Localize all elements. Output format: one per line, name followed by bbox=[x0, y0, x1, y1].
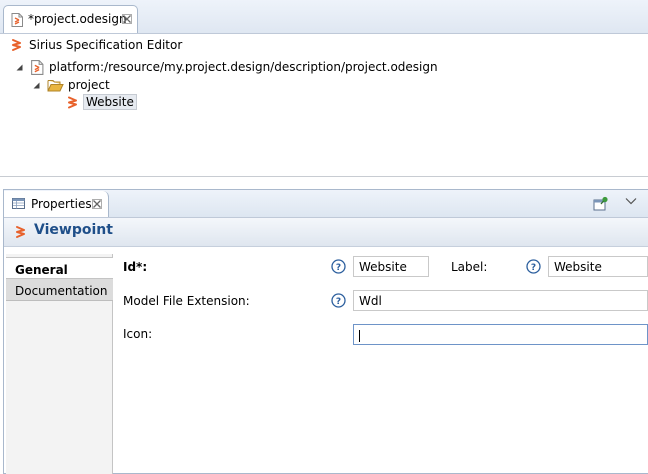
tree-item-label: project bbox=[68, 78, 110, 92]
model-file-extension-input[interactable] bbox=[353, 290, 648, 311]
properties-tab-title: Properties bbox=[31, 197, 92, 211]
id-input[interactable] bbox=[353, 256, 429, 277]
tree-expanded-icon[interactable] bbox=[33, 82, 40, 89]
sirius-icon bbox=[12, 39, 21, 51]
help-icon[interactable]: ? bbox=[526, 259, 541, 274]
editor-tab-project-odesign[interactable]: *project.odesign bbox=[3, 5, 138, 33]
folder-open-icon bbox=[47, 80, 64, 92]
editor-area: *project.odesign Sirius Specification Ed… bbox=[0, 0, 648, 177]
help-icon[interactable]: ? bbox=[331, 293, 346, 308]
label-input[interactable] bbox=[548, 256, 648, 277]
svg-text:?: ? bbox=[336, 263, 341, 273]
tree-item-label: Website bbox=[83, 94, 137, 110]
file-odesign-icon bbox=[11, 13, 23, 27]
tree-expanded-icon[interactable] bbox=[16, 64, 23, 71]
close-icon[interactable] bbox=[92, 199, 102, 209]
properties-title-band: Viewpoint bbox=[4, 218, 648, 247]
properties-tab[interactable]: Properties bbox=[4, 191, 109, 217]
editor-header-title: Sirius Specification Editor bbox=[29, 38, 183, 52]
id-label: Id*: bbox=[123, 260, 148, 274]
sirius-icon bbox=[68, 96, 77, 109]
svg-text:?: ? bbox=[531, 263, 536, 273]
icon-input[interactable] bbox=[353, 324, 648, 345]
view-menu-icon[interactable] bbox=[625, 197, 637, 205]
icon-label: Icon: bbox=[123, 327, 153, 341]
label-label: Label: bbox=[451, 260, 488, 274]
model-file-extension-label: Model File Extension: bbox=[123, 294, 250, 308]
properties-icon bbox=[12, 198, 25, 209]
properties-tab-bar: Properties bbox=[4, 190, 648, 218]
text-caret bbox=[359, 330, 360, 342]
view-title: Viewpoint bbox=[34, 222, 113, 238]
sirius-icon bbox=[16, 226, 25, 238]
svg-text:?: ? bbox=[336, 297, 341, 307]
side-tab-documentation[interactable]: Documentation bbox=[6, 279, 113, 301]
file-odesign-icon bbox=[31, 60, 44, 75]
side-tab-general[interactable]: General bbox=[6, 257, 113, 279]
close-icon[interactable] bbox=[122, 14, 132, 24]
pin-icon[interactable] bbox=[593, 196, 609, 211]
tree-item-label: platform:/resource/my.project.design/des… bbox=[49, 60, 438, 74]
editor-tab-bar: *project.odesign bbox=[0, 0, 648, 34]
editor-tab-title: *project.odesign bbox=[28, 12, 127, 26]
help-icon[interactable]: ? bbox=[331, 259, 346, 274]
properties-side-tabs: General Documentation bbox=[6, 254, 113, 474]
